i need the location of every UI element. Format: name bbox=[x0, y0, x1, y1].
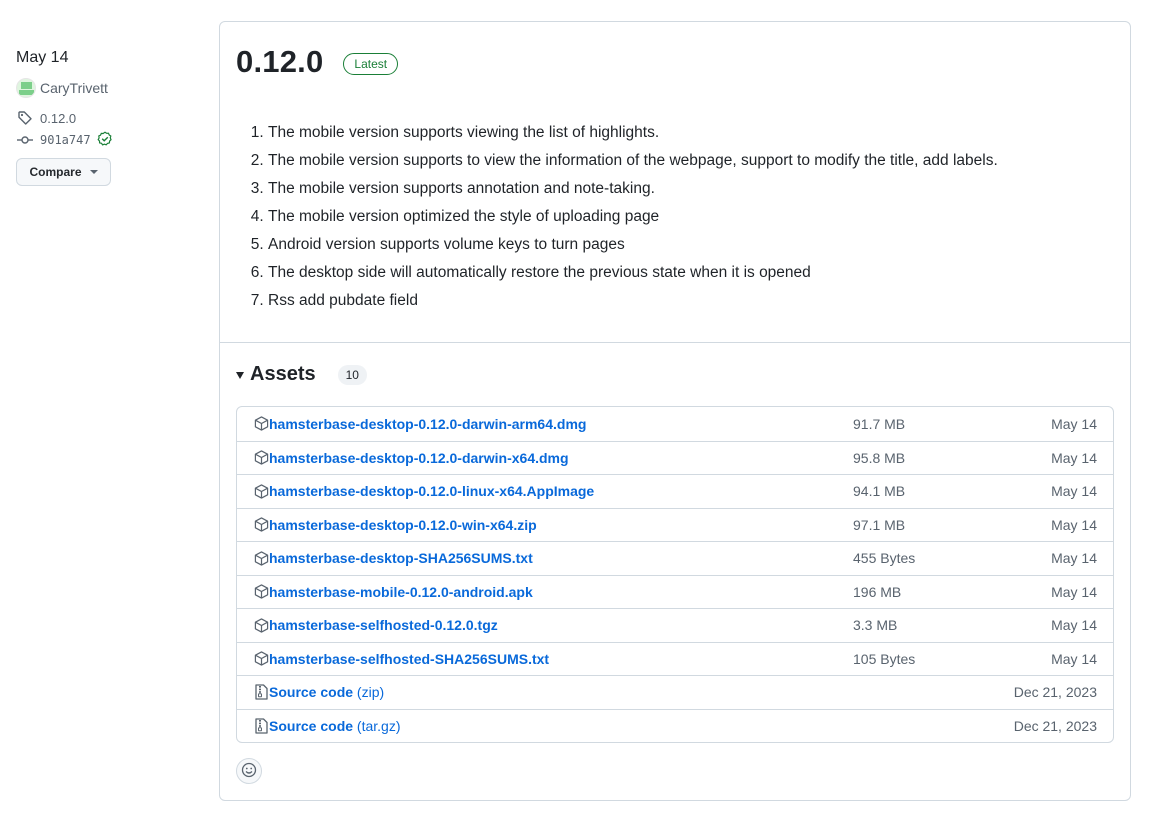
commit-icon bbox=[16, 132, 34, 148]
package-icon bbox=[253, 651, 269, 667]
release-commit[interactable]: 901a747 bbox=[16, 129, 196, 151]
asset-row: hamsterbase-selfhosted-SHA256SUMS.txt 105… bbox=[237, 641, 1113, 676]
asset-link[interactable]: Source code (tar.gz) bbox=[269, 718, 401, 734]
release-title[interactable]: 0.12.0 bbox=[236, 44, 323, 80]
package-icon bbox=[253, 617, 269, 633]
asset-row: hamsterbase-desktop-0.12.0-win-x64.zip 97… bbox=[237, 507, 1113, 542]
asset-link[interactable]: hamsterbase-desktop-0.12.0-darwin-arm64.… bbox=[269, 416, 586, 432]
compare-button[interactable]: Compare bbox=[16, 158, 111, 186]
assets-list: hamsterbase-desktop-0.12.0-darwin-arm64.… bbox=[236, 406, 1114, 743]
asset-link[interactable]: hamsterbase-desktop-0.12.0-darwin-x64.dm… bbox=[269, 450, 569, 466]
package-icon bbox=[253, 550, 269, 566]
asset-link[interactable]: Source code (zip) bbox=[269, 684, 384, 700]
asset-name: hamsterbase-selfhosted-0.12.0.tgz bbox=[269, 617, 498, 634]
asset-date: Dec 21, 2023 bbox=[1013, 684, 1097, 701]
add-reaction-button[interactable] bbox=[236, 758, 262, 784]
release-tag[interactable]: 0.12.0 bbox=[16, 107, 196, 129]
note-item: The mobile version optimized the style o… bbox=[268, 203, 998, 231]
release-author[interactable]: CaryTrivett bbox=[16, 77, 196, 99]
file-zip-icon bbox=[253, 718, 269, 734]
tag-name[interactable]: 0.12.0 bbox=[40, 111, 76, 126]
asset-row: hamsterbase-desktop-0.12.0-darwin-x64.dm… bbox=[237, 440, 1113, 475]
asset-name: hamsterbase-selfhosted-SHA256SUMS.txt bbox=[269, 650, 550, 667]
package-icon bbox=[253, 517, 269, 533]
asset-name: Source code bbox=[269, 717, 354, 734]
tag-icon bbox=[16, 110, 34, 126]
asset-name: hamsterbase-desktop-SHA256SUMS.txt bbox=[269, 550, 533, 567]
avatar[interactable] bbox=[16, 78, 36, 98]
asset-size: 94.1 MB bbox=[853, 483, 906, 500]
verified-check-icon[interactable] bbox=[97, 130, 113, 150]
file-zip-icon bbox=[253, 684, 269, 700]
compare-label: Compare bbox=[29, 165, 82, 179]
asset-date: May 14 bbox=[1051, 650, 1097, 667]
package-icon bbox=[253, 416, 269, 432]
package-icon bbox=[253, 450, 269, 466]
assets-count-badge: 10 bbox=[337, 364, 367, 385]
asset-name: hamsterbase-desktop-0.12.0-darwin-x64.dm… bbox=[269, 449, 569, 466]
assets-title: Assets bbox=[250, 363, 316, 385]
asset-size: 105 Bytes bbox=[853, 650, 916, 667]
asset-size: 97.1 MB bbox=[853, 516, 906, 533]
asset-name: hamsterbase-desktop-0.12.0-linux-x64.App… bbox=[269, 483, 595, 500]
asset-name: hamsterbase-desktop-0.12.0-darwin-arm64.… bbox=[269, 415, 587, 432]
asset-date: Dec 21, 2023 bbox=[1013, 717, 1097, 734]
asset-row: hamsterbase-selfhosted-0.12.0.tgz 3.3 MB M… bbox=[237, 608, 1113, 642]
asset-link[interactable]: hamsterbase-desktop-0.12.0-win-x64.zip bbox=[269, 517, 537, 533]
asset-date: May 14 bbox=[1051, 583, 1097, 600]
assets-toggle[interactable]: Assets 10 bbox=[236, 363, 367, 386]
chevron-down-icon bbox=[89, 170, 98, 174]
asset-name: hamsterbase-desktop-0.12.0-win-x64.zip bbox=[269, 516, 537, 533]
note-item: The mobile version supports to view the … bbox=[268, 147, 998, 175]
asset-format: (tar.gz) bbox=[356, 717, 401, 734]
release-meta: May 14 CaryTrivett 0.12.0 901a747 Compar… bbox=[16, 46, 196, 186]
release-card: 0.12.0 Latest The mobile version support… bbox=[219, 21, 1131, 801]
asset-size: 196 MB bbox=[853, 583, 902, 600]
asset-date: May 14 bbox=[1051, 449, 1097, 466]
asset-date: May 14 bbox=[1051, 550, 1097, 567]
note-item: Rss add pubdate field bbox=[268, 287, 998, 315]
smiley-icon bbox=[241, 762, 257, 781]
asset-size: 455 Bytes bbox=[853, 550, 916, 567]
note-item: The desktop side will automatically rest… bbox=[268, 259, 998, 287]
note-item: The mobile version supports annotation a… bbox=[268, 175, 998, 203]
package-icon bbox=[253, 483, 269, 499]
asset-size: 3.3 MB bbox=[853, 617, 898, 634]
asset-row: hamsterbase-desktop-0.12.0-linux-x64.App… bbox=[237, 474, 1113, 508]
release-date: May 14 bbox=[16, 49, 69, 66]
package-icon bbox=[253, 584, 269, 600]
asset-row: hamsterbase-desktop-0.12.0-darwin-arm64.… bbox=[237, 407, 1113, 441]
asset-link[interactable]: hamsterbase-selfhosted-SHA256SUMS.txt bbox=[269, 651, 549, 667]
asset-link[interactable]: hamsterbase-desktop-SHA256SUMS.txt bbox=[269, 550, 533, 566]
note-item: The mobile version supports viewing the … bbox=[268, 119, 998, 147]
asset-date: May 14 bbox=[1051, 415, 1097, 432]
release-notes: The mobile version supports viewing the … bbox=[268, 119, 998, 315]
latest-badge: Latest bbox=[343, 53, 399, 75]
asset-name: hamsterbase-mobile-0.12.0-android.apk bbox=[269, 583, 533, 600]
asset-link[interactable]: hamsterbase-desktop-0.12.0-linux-x64.App… bbox=[269, 483, 594, 499]
release-header: 0.12.0 Latest bbox=[236, 44, 399, 80]
asset-row: Source code (tar.gz) Dec 21, 2023 bbox=[237, 708, 1113, 743]
asset-date: May 14 bbox=[1051, 617, 1097, 634]
asset-row: hamsterbase-mobile-0.12.0-android.apk 196… bbox=[237, 574, 1113, 609]
asset-size: 91.7 MB bbox=[853, 415, 906, 432]
asset-format: (zip) bbox=[356, 684, 385, 701]
asset-name: Source code bbox=[269, 684, 354, 701]
asset-link[interactable]: hamsterbase-mobile-0.12.0-android.apk bbox=[269, 584, 533, 600]
asset-date: May 14 bbox=[1051, 516, 1097, 533]
asset-date: May 14 bbox=[1051, 483, 1097, 500]
note-item: Android version supports volume keys to … bbox=[268, 231, 998, 259]
asset-row: Source code (zip) Dec 21, 2023 bbox=[237, 675, 1113, 709]
commit-sha[interactable]: 901a747 bbox=[40, 133, 91, 147]
asset-link[interactable]: hamsterbase-selfhosted-0.12.0.tgz bbox=[269, 617, 498, 633]
divider bbox=[220, 342, 1130, 343]
author-name[interactable]: CaryTrivett bbox=[40, 80, 108, 96]
asset-row: hamsterbase-desktop-SHA256SUMS.txt 455 By… bbox=[237, 541, 1113, 575]
triangle-down-icon bbox=[236, 372, 244, 379]
asset-size: 95.8 MB bbox=[853, 449, 906, 466]
